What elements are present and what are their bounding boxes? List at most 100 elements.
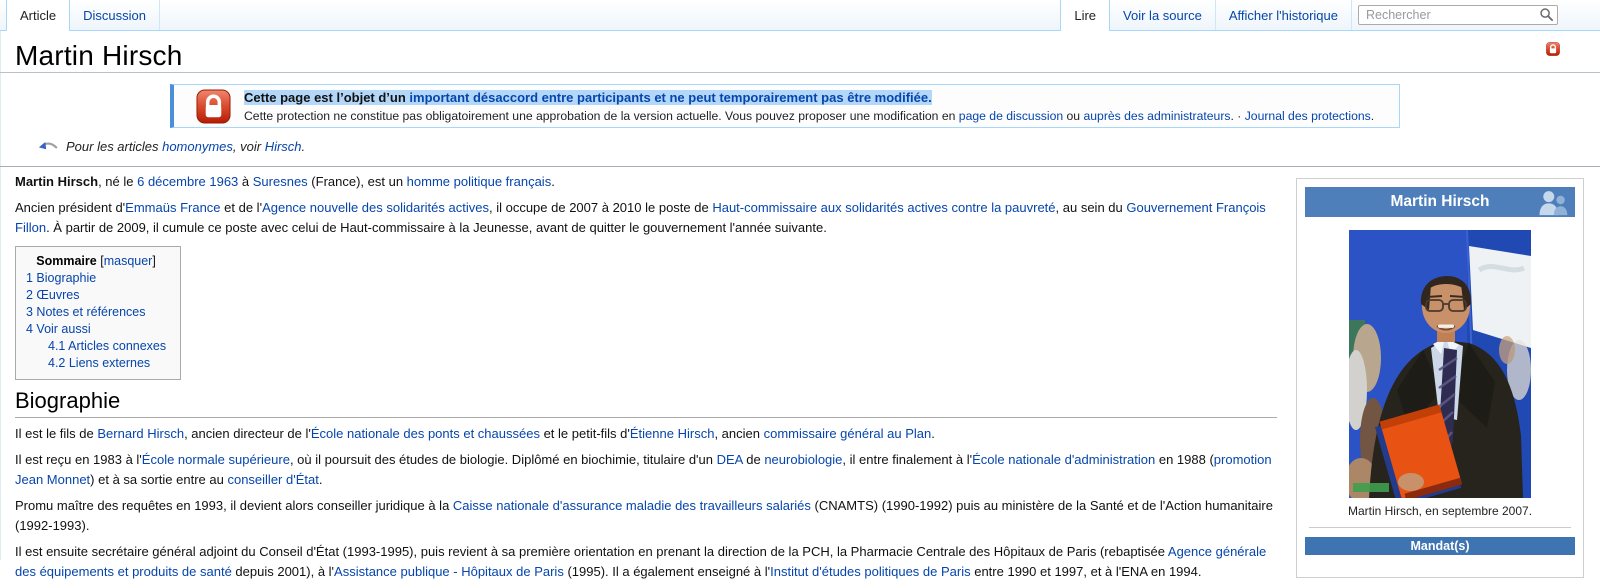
wiki-link[interactable]: DEA — [717, 452, 743, 467]
infobox-divider — [1309, 527, 1571, 528]
wiki-link[interactable]: Bernard Hirsch — [97, 426, 184, 441]
hatnote: Pour les articles homonymes, voir Hirsch… — [38, 139, 305, 154]
wiki-link[interactable]: Caisse nationale d'assurance maladie des… — [453, 498, 811, 513]
text-segment: de — [743, 452, 765, 467]
intro-paragraph: Ancien président d'Emmaüs France et de l… — [15, 198, 1277, 238]
search-icon[interactable] — [1539, 7, 1554, 22]
view-tab[interactable]: Lire — [1060, 0, 1110, 31]
toc-link[interactable]: 4.2 Liens externes — [48, 356, 150, 370]
view-tab[interactable]: Voir la source — [1110, 0, 1216, 30]
text-segment: ou — [1063, 109, 1083, 123]
text-segment: à — [238, 174, 252, 189]
toc-item: 4.2 Liens externes — [26, 355, 166, 372]
tab-label: Voir la source — [1123, 8, 1202, 23]
tab-label: Article — [20, 8, 56, 23]
wiki-link[interactable]: 6 décembre 1963 — [137, 174, 238, 189]
text-segment: , au sein du — [1056, 200, 1127, 215]
search-input[interactable] — [1358, 5, 1558, 25]
toc-link[interactable]: 2 Œuvres — [26, 288, 80, 302]
wiki-link[interactable]: Assistance publique - Hôpitaux de Paris — [334, 564, 564, 579]
wiki-link[interactable]: important désaccord entre participants e… — [409, 90, 931, 105]
wiki-link[interactable]: Agence nouvelle des solidarités actives — [262, 200, 489, 215]
banner-sub-message: Cette protection ne constitue pas obliga… — [244, 107, 1389, 126]
page-header: Martin Hirsch — [0, 31, 1600, 73]
text-segment: Promu maître des requêtes en 1993, il de… — [15, 498, 453, 513]
text-segment: , il occupe de 2007 à 2010 le poste de — [489, 200, 712, 215]
view-tab[interactable]: Afficher l'historique — [1216, 0, 1352, 30]
wiki-link[interactable]: homonymes — [162, 139, 233, 154]
wiki-link[interactable]: École nationale des ponts et chaussées — [311, 426, 540, 441]
text-segment: . — [931, 426, 935, 441]
padlock-icon — [196, 89, 231, 124]
text-segment: , voir — [233, 139, 265, 154]
infobox: Martin Hirsch — [1296, 178, 1584, 578]
text-segment: ) et à sa sortie entre au — [90, 472, 227, 487]
photo-caption: Martin Hirsch, en septembre 2007. — [1305, 504, 1575, 518]
text-segment: depuis 2001), à l' — [232, 564, 334, 579]
text-segment: . — [319, 472, 323, 487]
toc-item: 4.1 Articles connexes — [26, 338, 166, 355]
wiki-link[interactable]: Suresnes — [253, 174, 308, 189]
politician-people-icon — [1535, 189, 1571, 216]
toc-link[interactable]: 4 Voir aussi — [26, 322, 91, 336]
text-segment: , il entre finalement à l' — [842, 452, 972, 467]
wiki-link[interactable]: neurobiologie — [764, 452, 842, 467]
wiki-link[interactable]: homme politique français — [407, 174, 552, 189]
page-title: Martin Hirsch — [15, 40, 183, 72]
wiki-link[interactable]: École normale supérieure — [142, 452, 290, 467]
banner-main-message: Cette page est l’objet d’un important dé… — [244, 88, 1389, 107]
view-tabs: Lire Voir la source Afficher l'historique — [1060, 0, 1352, 30]
wiki-link[interactable]: Institut d'études politiques de Paris — [770, 564, 971, 579]
bio-paragraph: Il est le fils de Bernard Hirsch, ancien… — [15, 424, 1277, 444]
wiki-link[interactable]: commissaire général au Plan — [764, 426, 932, 441]
toc-link[interactable]: 1 Biographie — [26, 271, 96, 285]
text-segment: . — [1371, 109, 1374, 123]
article-tab-bar: Article Discussion Lire Voir la source Affi… — [0, 0, 1600, 31]
wiki-link[interactable]: Journal des protections — [1245, 109, 1371, 123]
infobox-title-bar: Martin Hirsch — [1305, 187, 1575, 217]
wiki-link[interactable]: conseiller d'État — [227, 472, 318, 487]
text-segment: et le petit-fils d' — [540, 426, 630, 441]
toc-link[interactable]: 3 Notes et références — [26, 305, 146, 319]
table-of-contents: Sommaire [masquer] 1 Biographie 2 Œuvres 3… — [15, 246, 181, 380]
wiki-link[interactable]: auprès des administrateurs — [1083, 109, 1230, 123]
namespace-tab[interactable]: Article — [6, 0, 70, 31]
wiki-link[interactable]: page de discussion — [959, 109, 1063, 123]
portrait-photo — [1349, 230, 1531, 498]
namespace-tab[interactable]: Discussion — [70, 0, 160, 30]
toc-item: 2 Œuvres — [26, 287, 166, 304]
text-segment: Pour les articles — [66, 139, 162, 154]
text-segment: Cette page est l’objet d’un — [244, 90, 409, 105]
text-segment: Il est reçu en 1983 à l' — [15, 452, 142, 467]
wiki-link[interactable]: École nationale d'administration — [972, 452, 1155, 467]
text-segment: Martin Hirsch — [15, 174, 98, 189]
text-segment: . — [551, 174, 555, 189]
text-segment: entre 1990 et 1997, et à l'ENA en 1994. — [971, 564, 1202, 579]
text-segment: Il est ensuite secrétaire général adjoin… — [15, 544, 1168, 559]
bio-paragraph: Il est ensuite secrétaire général adjoin… — [15, 542, 1277, 582]
text-segment: . À partir de 2009, il cumule ce poste a… — [46, 220, 827, 235]
toc-link[interactable]: 4.1 Articles connexes — [48, 339, 166, 353]
wiki-link[interactable]: Étienne Hirsch — [630, 426, 715, 441]
hatnote-text: Pour les articles homonymes, voir Hirsch… — [66, 139, 305, 154]
text-segment: , ancien — [714, 426, 763, 441]
bio-paragraph: Il est reçu en 1983 à l'École normale su… — [15, 450, 1277, 490]
toc-list: 1 Biographie 2 Œuvres 3 Notes et référence… — [26, 270, 166, 372]
toc-item: 4 Voir aussi — [26, 321, 166, 338]
text-segment: Ancien président d' — [15, 200, 125, 215]
text-segment: , où il poursuit des études de biologie.… — [290, 452, 717, 467]
text-segment: . · — [1230, 109, 1244, 123]
toc-item: 1 Biographie — [26, 270, 166, 287]
tab-label: Lire — [1074, 8, 1096, 23]
section-heading-biographie: Biographie — [15, 388, 1277, 418]
tab-label: Discussion — [83, 8, 146, 23]
article-body: Martin Hirsch, né le 6 décembre 1963 à S… — [15, 168, 1277, 588]
text-segment: en 1988 ( — [1155, 452, 1214, 467]
wiki-link[interactable]: Hirsch — [265, 139, 302, 154]
wiki-link[interactable]: Haut-commissaire aux solidarités actives… — [712, 200, 1055, 215]
wiki-link[interactable]: Emmaüs France — [125, 200, 220, 215]
text-segment: , né le — [98, 174, 137, 189]
protection-lock-icon — [1546, 42, 1560, 56]
toc-hide-link[interactable]: masquer — [104, 254, 153, 268]
toc-header: Sommaire [masquer] — [26, 254, 166, 268]
